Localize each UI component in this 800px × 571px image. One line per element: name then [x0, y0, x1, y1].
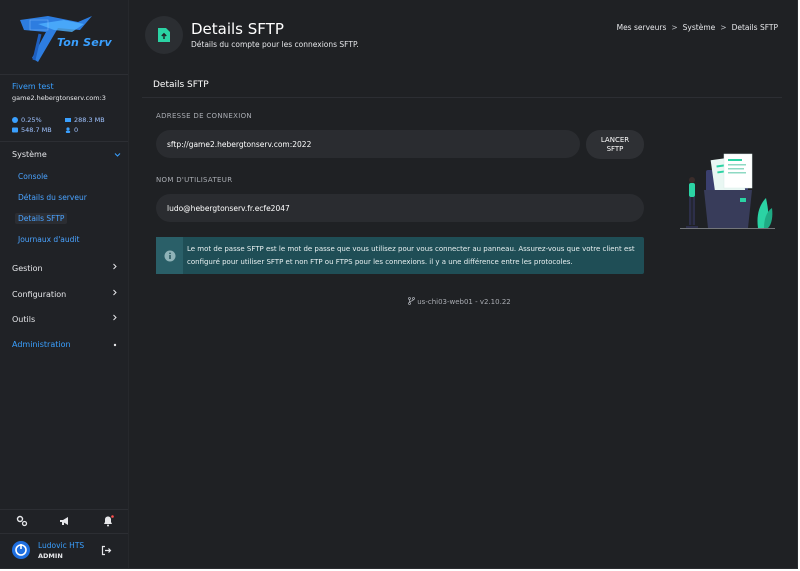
- launch-sftp-button[interactable]: LANCER SFTP: [586, 130, 644, 159]
- page-title: Details SFTP: [191, 20, 284, 38]
- git-branch-icon: [408, 297, 415, 305]
- dot-icon: [113, 343, 117, 347]
- disk-icon: [12, 127, 18, 133]
- settings-icon[interactable]: [16, 515, 28, 527]
- bell-icon[interactable]: [102, 515, 114, 527]
- sidebar-divider: [0, 533, 128, 534]
- nav-section-configuration[interactable]: Configuration: [12, 290, 66, 299]
- address-label: ADRESSE DE CONNEXION: [156, 112, 252, 120]
- avatar[interactable]: [12, 541, 30, 559]
- sidebar-item-journaux[interactable]: Journaux d'audit: [18, 235, 79, 244]
- breadcrumb-item-current: Details SFTP: [731, 23, 778, 32]
- server-players-stat: 0: [65, 126, 78, 134]
- breadcrumb-separator: >: [720, 23, 727, 32]
- page-subtitle: Détails du compte pour les connexions SF…: [191, 40, 359, 49]
- username-label: NOM D'UTILISATEUR: [156, 176, 233, 184]
- info-alert: Le mot de passe SFTP est le mot de passe…: [156, 237, 644, 274]
- memory-value: 288.3 MB: [74, 116, 105, 124]
- documents-illustration: [680, 153, 775, 229]
- nav-section-administration[interactable]: Administration: [12, 340, 71, 349]
- alert-text: Le mot de passe SFTP est le mot de passe…: [187, 245, 635, 266]
- chevron-right-icon[interactable]: [112, 263, 118, 270]
- breadcrumb-item-mes-serveurs[interactable]: Mes serveurs: [617, 23, 667, 32]
- sidebar-bottom-toolbar: [0, 509, 128, 533]
- server-disk-stat: 548.7 MB: [12, 126, 52, 134]
- cpu-icon: [12, 117, 18, 123]
- version-footer: us-chi03-web01 - v2.10.22: [408, 297, 511, 306]
- chevron-right-icon[interactable]: [112, 289, 118, 296]
- launch-sftp-label-2: SFTP: [606, 144, 624, 153]
- server-host: game2.hebergtonserv.com:3: [12, 94, 106, 102]
- cpu-value: 0.25%: [21, 116, 42, 124]
- chevron-down-icon[interactable]: [114, 152, 121, 158]
- sidebar-divider: [0, 74, 128, 75]
- nav-section-gestion[interactable]: Gestion: [12, 264, 43, 273]
- version-text: us-chi03-web01 - v2.10.22: [417, 298, 511, 306]
- user-role: ADMIN: [38, 552, 63, 560]
- breadcrumb-separator: >: [671, 23, 678, 32]
- username-field[interactable]: ludo@hebergtonserv.fr.ecfe2047: [156, 194, 644, 222]
- server-cpu-stat: 0.25%: [12, 116, 42, 124]
- user-name: Ludovic HTS: [38, 541, 85, 550]
- sidebar: Ton Serv Fivem test game2.hebergtonserv.…: [0, 0, 129, 568]
- card-title: Details SFTP: [153, 80, 209, 90]
- nav-section-systeme[interactable]: Système: [12, 150, 47, 159]
- file-upload-icon: [158, 28, 170, 42]
- brand-logo-text: Ton Serv: [57, 36, 112, 49]
- page-header-icon: [145, 16, 183, 54]
- logout-icon[interactable]: [101, 545, 112, 556]
- megaphone-icon[interactable]: [59, 515, 71, 527]
- breadcrumb: Mes serveurs > Système > Details SFTP: [617, 23, 778, 32]
- info-icon: [164, 250, 175, 261]
- sftp-address-field[interactable]: sftp://game2.hebergtonserv.com:2022: [156, 130, 580, 158]
- user-icon: [65, 127, 71, 133]
- server-name[interactable]: Fivem test: [12, 82, 54, 91]
- players-value: 0: [74, 126, 79, 134]
- memory-icon: [65, 118, 71, 122]
- sidebar-item-details-serveur[interactable]: Détails du serveur: [18, 193, 87, 202]
- sidebar-item-details-sftp[interactable]: Details SFTP: [15, 213, 68, 224]
- chevron-right-icon[interactable]: [112, 314, 118, 321]
- sidebar-divider: [0, 141, 128, 142]
- sidebar-item-console[interactable]: Console: [18, 172, 48, 181]
- user-avatar-icon: [13, 542, 29, 558]
- breadcrumb-item-systeme[interactable]: Système: [683, 23, 716, 32]
- nav-section-outils[interactable]: Outils: [12, 315, 35, 324]
- disk-value: 548.7 MB: [21, 126, 52, 134]
- alert-icon-box: [156, 237, 183, 274]
- server-memory-stat: 288.3 MB: [65, 116, 105, 124]
- launch-sftp-label-1: LANCER: [600, 135, 630, 144]
- card-divider: [142, 97, 782, 98]
